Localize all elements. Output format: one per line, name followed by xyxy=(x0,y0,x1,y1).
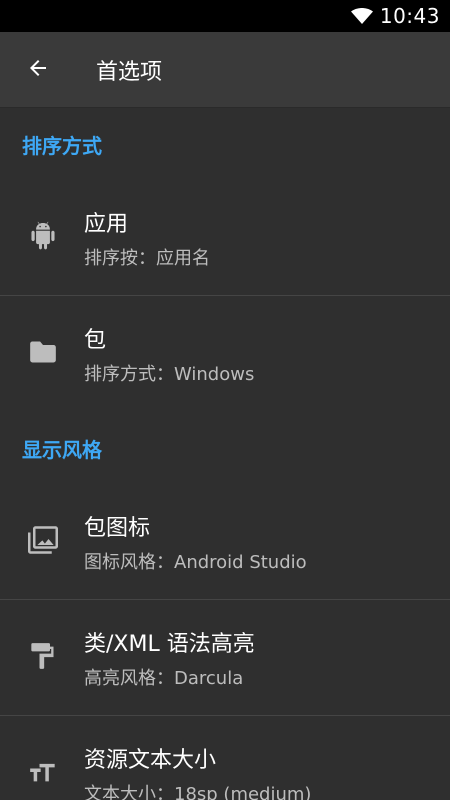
pref-item-title: 包 xyxy=(84,328,107,353)
pref-item-summary: 高亮风格：Darcula xyxy=(84,667,244,689)
page-title: 首选项 xyxy=(96,59,163,85)
pref-item-app-sort[interactable]: 应用 排序按：应用名 xyxy=(0,180,450,296)
preferences-list[interactable]: 排序方式 应用 排序按：应用名 包 排序方式：Windows 显示风格 包图标 … xyxy=(0,108,450,800)
pref-item-title: 资源文本大小 xyxy=(84,747,217,773)
pref-item-package-icon[interactable]: 包图标 图标风格：Android Studio xyxy=(0,484,450,600)
text-size-icon xyxy=(29,761,57,787)
pref-item-summary: 图标风格：Android Studio xyxy=(84,551,307,573)
arrow-left-icon xyxy=(26,56,50,84)
section-header-label: 排序方式 xyxy=(22,133,102,158)
android-icon xyxy=(29,221,57,255)
section-header-sort: 排序方式 xyxy=(0,108,450,180)
pref-item-resource-text-size[interactable]: 资源文本大小 文本大小：18sp (medium) xyxy=(0,716,450,800)
pref-item-title: 包图标 xyxy=(84,515,151,541)
wifi-icon xyxy=(350,7,374,25)
folder-icon xyxy=(29,340,57,368)
pref-item-syntax-highlight[interactable]: 类/XML 语法高亮 高亮风格：Darcula xyxy=(0,600,450,716)
back-button[interactable] xyxy=(0,32,76,108)
pref-item-package-sort[interactable]: 包 排序方式：Windows xyxy=(0,296,450,412)
status-time: 10:43 xyxy=(379,4,440,28)
section-header-label: 显示风格 xyxy=(22,437,102,462)
pref-item-title: 类/XML 语法高亮 xyxy=(84,631,255,657)
pref-item-title: 应用 xyxy=(84,211,129,237)
pref-item-summary: 文本大小：18sp (medium) xyxy=(84,783,312,800)
app-bar: 首选项 xyxy=(0,32,450,108)
section-header-display: 显示风格 xyxy=(0,412,450,484)
pref-item-summary: 排序方式：Windows xyxy=(84,364,255,385)
status-bar: 10:43 xyxy=(0,0,450,32)
pref-item-summary: 排序按：应用名 xyxy=(84,247,210,269)
paint-roller-icon xyxy=(30,642,56,674)
image-stack-icon xyxy=(28,525,58,558)
